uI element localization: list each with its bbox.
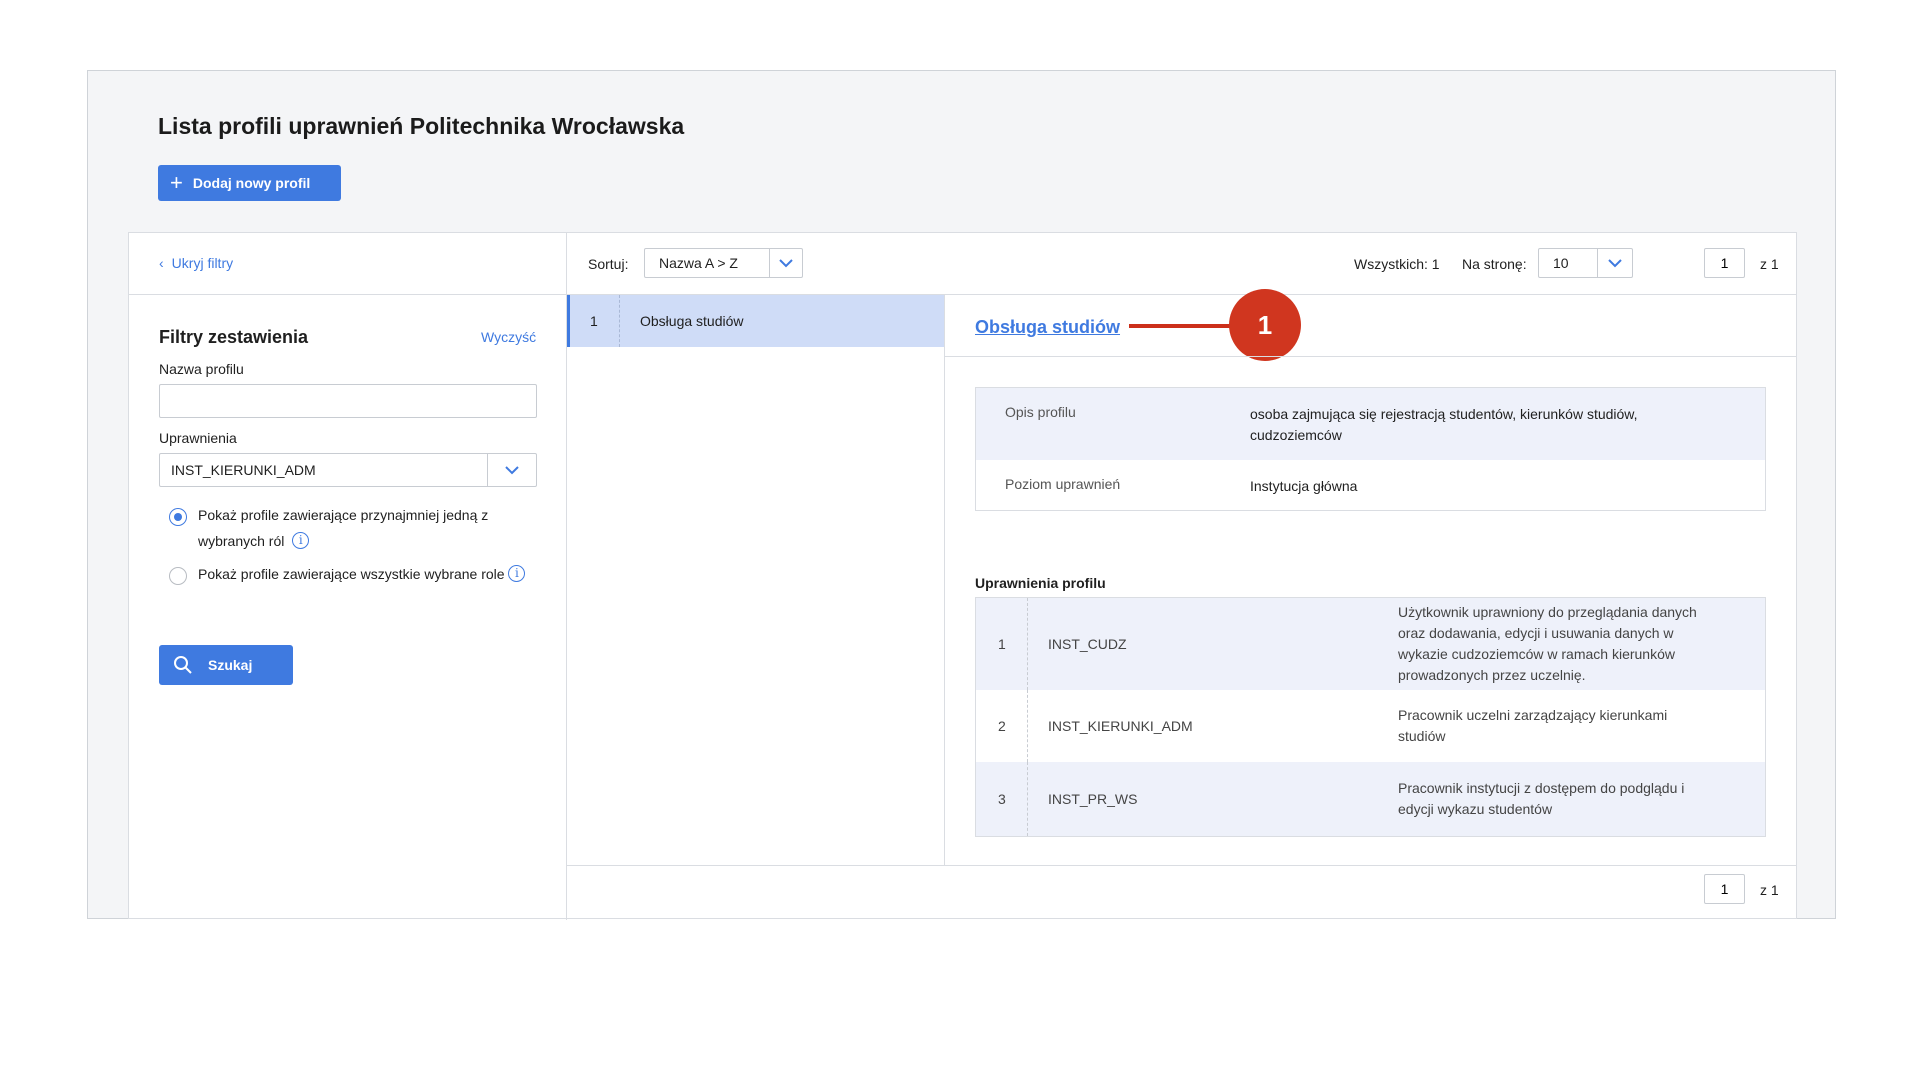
clear-filters-link[interactable]: Wyczyść: [481, 329, 536, 345]
info-value: osoba zajmująca się rejestracją studentó…: [1250, 406, 1638, 443]
page-total-bottom: z 1: [1760, 882, 1779, 898]
sort-select[interactable]: Nazwa A > Z: [644, 248, 803, 278]
page-total: z 1: [1760, 256, 1779, 272]
radio-all-roles[interactable]: Pokaż profile zawierające wszystkie wybr…: [169, 564, 528, 587]
callout-badge: 1: [1229, 289, 1301, 361]
profile-detail-title[interactable]: Obsługa studiów: [975, 317, 1120, 338]
permission-description: Pracownik instytucji z dostępem do podgl…: [1398, 780, 1685, 817]
filters-title: Filtry zestawienia: [159, 327, 309, 347]
callout-line: [1129, 324, 1234, 328]
search-button[interactable]: Szukaj: [159, 645, 293, 685]
info-key: Poziom uprawnień: [1005, 476, 1121, 492]
info-icon[interactable]: i: [292, 531, 310, 549]
permission-code: INST_KIERUNKI_ADM: [1048, 718, 1193, 734]
table-row: Opis profilu osoba zajmująca się rejestr…: [976, 388, 1765, 460]
table-row: 2 INST_KIERUNKI_ADM Pracownik uczelni za…: [976, 690, 1765, 762]
chevron-down-icon[interactable]: [769, 249, 802, 277]
hide-filters-link[interactable]: ‹ Ukryj filtry: [159, 255, 233, 271]
list-item-number: 1: [570, 295, 620, 347]
radio-any-label: Pokaż profile zawierające przynajmniej j…: [198, 507, 489, 549]
permission-code: INST_CUDZ: [1048, 636, 1127, 652]
table-row: 3 INST_PR_WS Pracownik instytucji z dost…: [976, 762, 1765, 836]
search-button-label: Szukaj: [208, 657, 253, 673]
list-item-name: Obsługa studiów: [640, 313, 744, 329]
add-profile-button[interactable]: + Dodaj nowy profil: [158, 165, 341, 201]
chevron-down-icon[interactable]: [1597, 249, 1632, 277]
sort-label: Sortuj:: [588, 256, 629, 272]
radio-all-label: Pokaż profile zawierające wszystkie wybr…: [198, 566, 505, 582]
table-row: Poziom uprawnień Instytucja główna: [976, 460, 1765, 510]
permissions-section-title: Uprawnienia profilu: [975, 575, 1106, 591]
permission-number: 1: [976, 598, 1028, 690]
app-frame: Lista profili uprawnień Politechnika Wro…: [87, 70, 1836, 920]
table-row: 1 INST_CUDZ Użytkownik uprawniony do prz…: [976, 598, 1765, 690]
plus-icon: +: [170, 170, 183, 195]
divider: [567, 865, 1797, 866]
permissions-table: 1 INST_CUDZ Użytkownik uprawniony do prz…: [975, 597, 1766, 837]
page-title: Lista profili uprawnień Politechnika Wro…: [158, 113, 685, 139]
permission-description: Pracownik uczelni zarządzający kierunkam…: [1398, 707, 1668, 744]
per-page-label: Na stronę:: [1462, 256, 1527, 272]
per-page-value: 10: [1553, 255, 1569, 271]
main-panel: ‹ Ukryj filtry Filtry zestawienia Wyczyś…: [128, 232, 1797, 920]
profile-name-input[interactable]: [159, 384, 537, 418]
chevron-left-icon: ‹: [159, 255, 164, 271]
sort-select-value: Nazwa A > Z: [659, 255, 738, 271]
page-number-input[interactable]: [1704, 248, 1745, 278]
radio-all-indicator[interactable]: [169, 567, 187, 585]
radio-any-roles[interactable]: Pokaż profile zawierające przynajmniej j…: [169, 506, 528, 554]
profile-info-table: Opis profilu osoba zajmująca się rejestr…: [975, 387, 1766, 511]
permission-number: 2: [976, 690, 1028, 762]
search-icon: [174, 656, 192, 674]
add-profile-label: Dodaj nowy profil: [192, 175, 311, 191]
total-count: Wszystkich: 1: [1354, 256, 1440, 272]
page-number-input-bottom[interactable]: [1704, 874, 1745, 904]
permission-description: Użytkownik uprawniony do przeglądania da…: [1398, 604, 1697, 683]
permission-code: INST_PR_WS: [1048, 791, 1138, 807]
permissions-label: Uprawnienia: [159, 430, 237, 446]
chevron-down-icon[interactable]: [487, 454, 536, 486]
permissions-select[interactable]: INST_KIERUNKI_ADM: [159, 453, 537, 487]
divider: [945, 356, 1797, 357]
info-icon[interactable]: i: [508, 564, 526, 582]
filters-sidebar: ‹ Ukryj filtry Filtry zestawienia Wyczyś…: [129, 233, 567, 920]
divider: [129, 294, 566, 295]
radio-any-indicator[interactable]: [169, 508, 187, 526]
profile-list: 1 Obsługa studiów: [567, 295, 945, 865]
per-page-select[interactable]: 10: [1538, 248, 1633, 278]
hide-filters-label: Ukryj filtry: [171, 255, 234, 271]
info-key: Opis profilu: [1005, 404, 1076, 420]
profile-name-label: Nazwa profilu: [159, 361, 244, 377]
permissions-select-value: INST_KIERUNKI_ADM: [171, 462, 316, 478]
list-item[interactable]: 1 Obsługa studiów: [567, 295, 944, 347]
permission-number: 3: [976, 762, 1028, 836]
info-value: Instytucja główna: [1250, 478, 1358, 494]
